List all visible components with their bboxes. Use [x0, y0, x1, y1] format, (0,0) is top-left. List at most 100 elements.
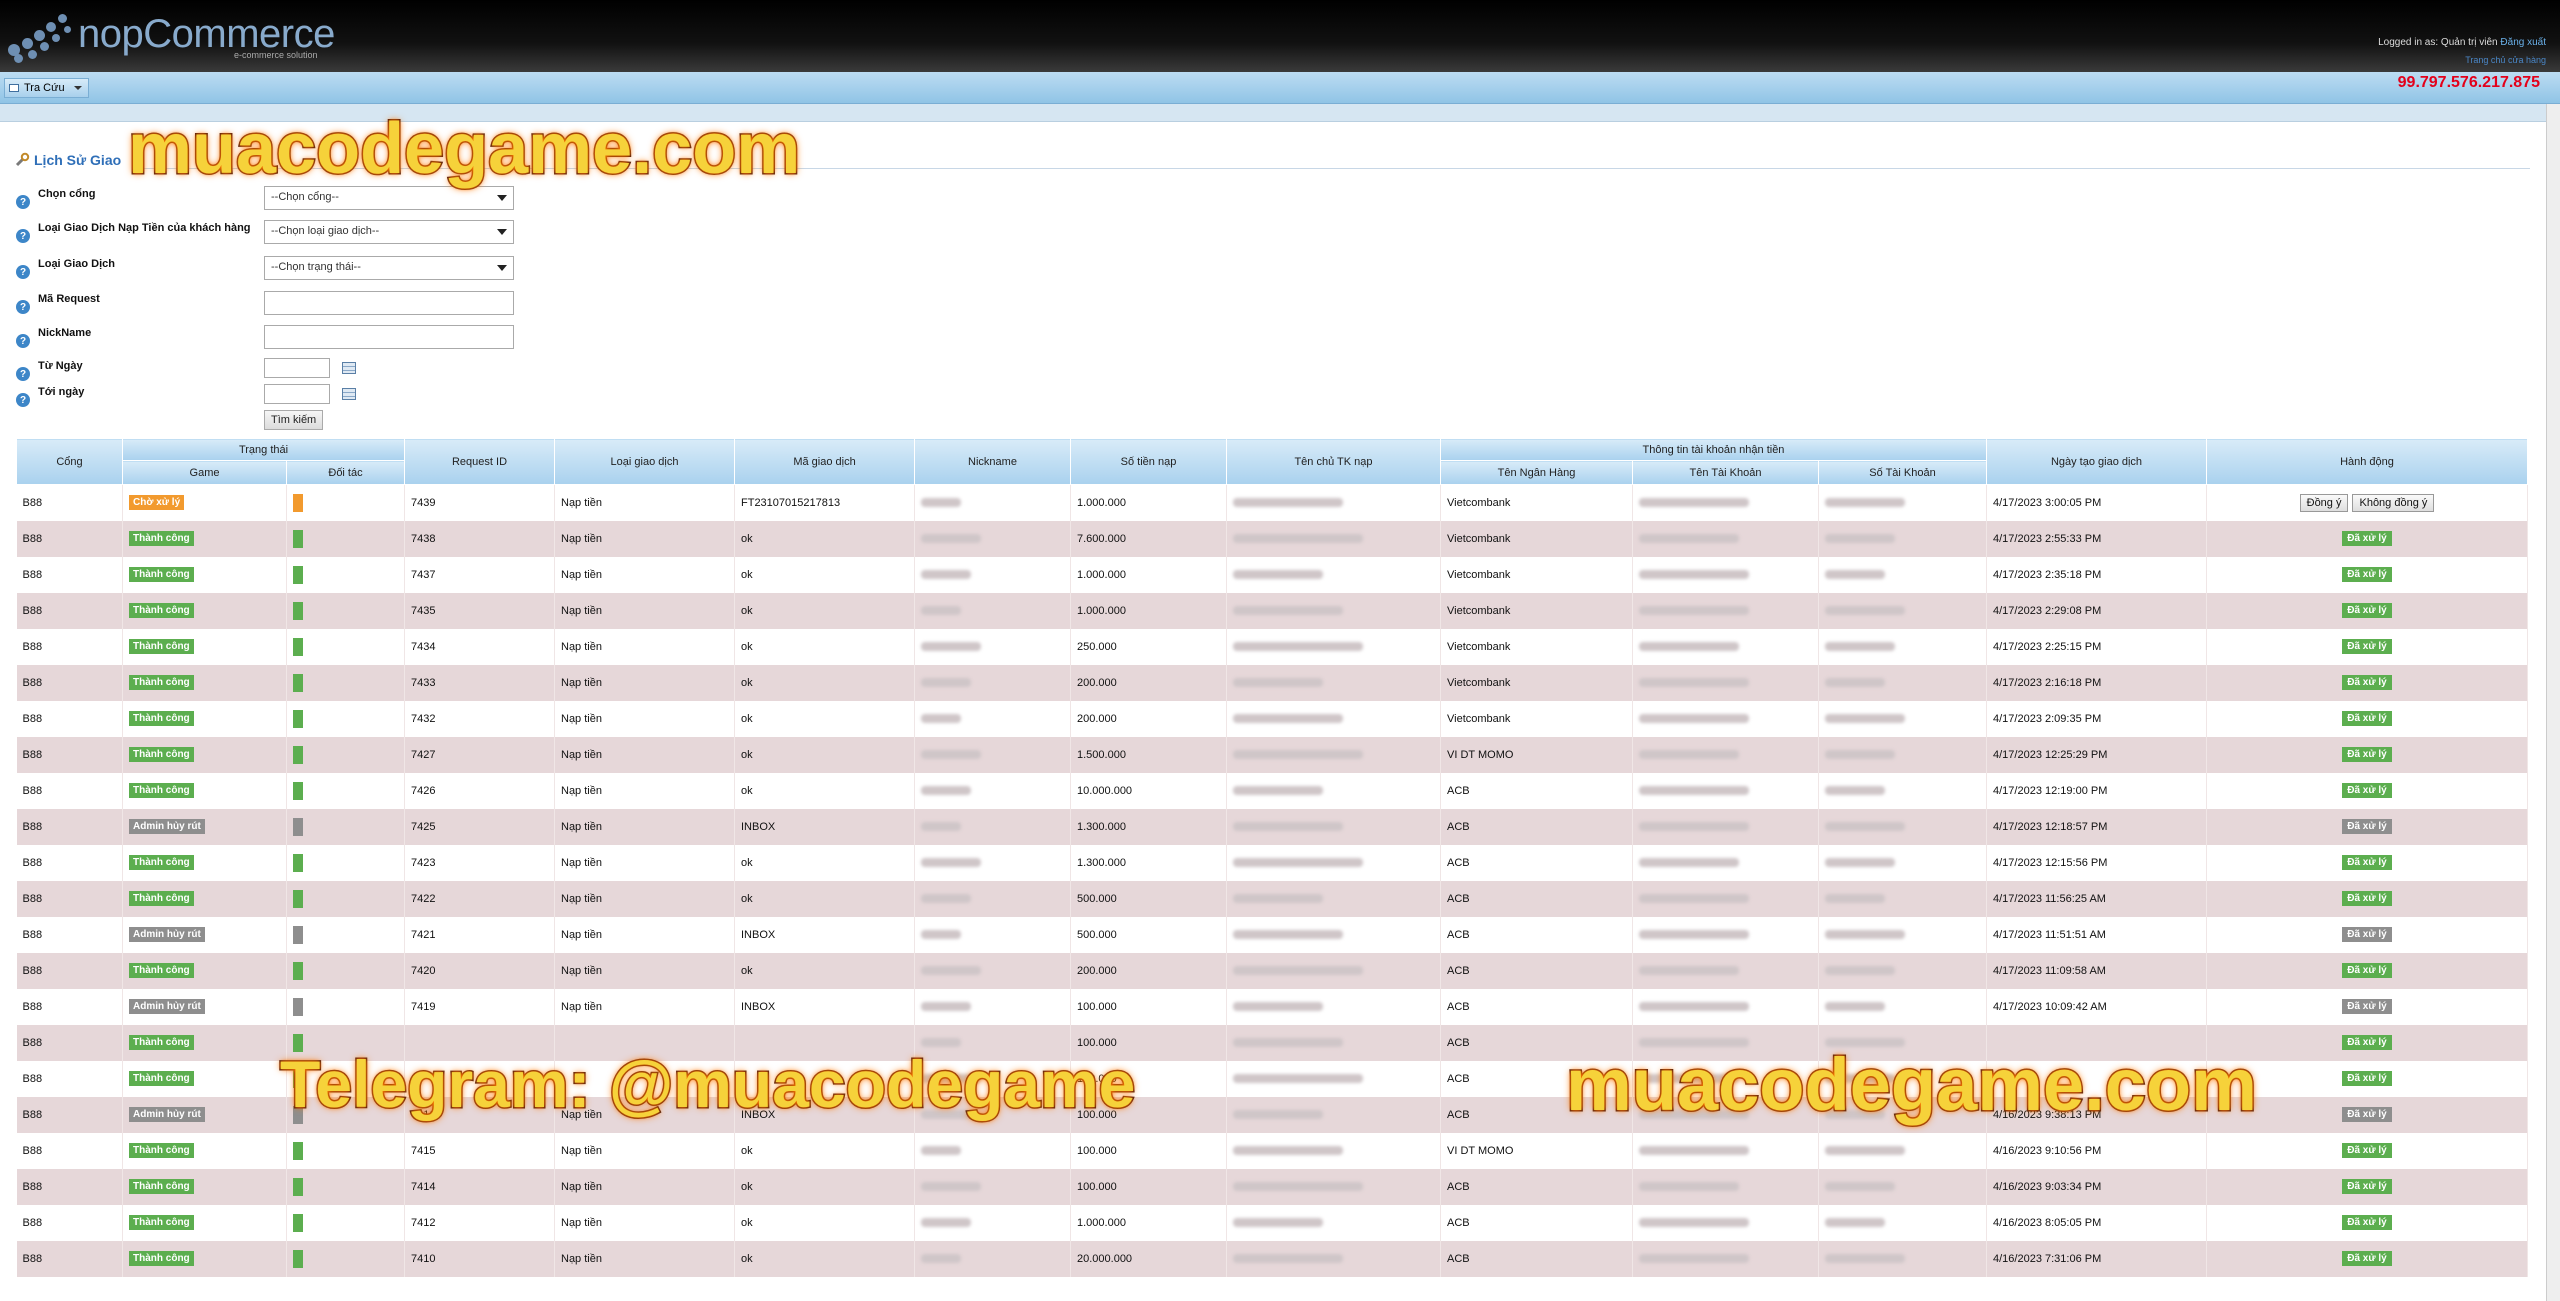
approve-button[interactable]: Đồng ý	[2299, 493, 2349, 512]
cell-acc-name	[1632, 1204, 1819, 1241]
from-date-input[interactable]	[264, 358, 330, 378]
cell-bank: ACB	[1440, 808, 1633, 845]
processed-badge: Đã xử lý	[2342, 1071, 2392, 1086]
cell-amount: 100.000	[1070, 1168, 1227, 1205]
col-bank[interactable]: Tên Ngân Hàng	[1440, 460, 1633, 485]
gate-label: Chọn cổng	[38, 188, 96, 200]
col-status: Trạng thái	[122, 438, 405, 461]
cell-acc-name	[1632, 1240, 1819, 1277]
search-button[interactable]: Tìm kiếm	[264, 410, 324, 430]
cell-partner	[286, 844, 405, 881]
partner-status-bar	[293, 961, 303, 980]
table-row: B88 Thành công 7422 Nạp tiền ok 500.000 ACB 4/1…	[16, 880, 2528, 917]
cell-code: ok	[734, 592, 915, 629]
cell-type: Nạp tiền	[554, 772, 735, 809]
col-acc-name[interactable]: Tên Tài Khoản	[1632, 460, 1819, 485]
cell-bank: ACB	[1440, 772, 1633, 809]
cell-game-status: Thành công	[122, 1240, 287, 1277]
redacted-text	[1825, 894, 1885, 904]
nickname-input[interactable]	[264, 325, 514, 349]
cell-partner	[286, 556, 405, 593]
cell-action: Đã xử lý	[2206, 772, 2528, 809]
col-gate[interactable]: Cổng	[16, 438, 123, 485]
cell-amount: 500.000	[1070, 916, 1227, 953]
col-request-id[interactable]: Request ID	[404, 438, 555, 485]
cell-acc-no	[1818, 1132, 1987, 1169]
redacted-text	[921, 1002, 971, 1012]
cell-gate: B88	[16, 808, 123, 845]
cell-game-status: Thành công	[122, 556, 287, 593]
processed-badge: Đã xử lý	[2342, 747, 2392, 762]
cell-bank: Vietcombank	[1440, 628, 1633, 665]
cell-type: Nạp tiền	[554, 1204, 735, 1241]
cell-game-status: Thành công	[122, 772, 287, 809]
col-type[interactable]: Loại giao dịch	[554, 438, 735, 485]
col-owner[interactable]: Tên chủ TK nạp	[1226, 438, 1441, 485]
cell-acc-name	[1632, 844, 1819, 881]
to-date-input[interactable]	[264, 384, 330, 404]
redacted-text	[1233, 966, 1363, 976]
cell-nickname	[914, 988, 1071, 1025]
store-home-link[interactable]: Trang chủ cửa hàng	[2465, 55, 2546, 65]
cell-acc-name	[1632, 556, 1819, 593]
cell-type: Nạp tiền	[554, 1168, 735, 1205]
cell-amount: 20.000.000	[1070, 1240, 1227, 1277]
cell-gate: B88	[16, 556, 123, 593]
redacted-text	[1825, 858, 1895, 868]
table-row: B88 Thành công 7433 Nạp tiền ok 200.000 Vietco…	[16, 664, 2528, 701]
cell-date: 4/17/2023 2:35:18 PM	[1986, 556, 2207, 593]
transactions-table: Cổng Trạng thái Request ID Loại giao dịc…	[16, 438, 2528, 1277]
cell-amount: 1.000.000	[1070, 592, 1227, 629]
cell-code: ok	[734, 664, 915, 701]
col-nickname[interactable]: Nickname	[914, 438, 1071, 485]
cell-code: INBOX	[734, 988, 915, 1025]
request-input[interactable]	[264, 291, 514, 315]
col-game[interactable]: Game	[122, 460, 287, 485]
redacted-text	[1825, 570, 1885, 580]
cell-game-status: Thành công	[122, 520, 287, 557]
cell-acc-name	[1632, 880, 1819, 917]
col-acc-no[interactable]: Số Tài Khoản	[1818, 460, 1987, 485]
col-partner[interactable]: Đối tác	[286, 460, 405, 485]
redacted-text	[1825, 930, 1905, 940]
cell-acc-no	[1818, 1168, 1987, 1205]
col-amount[interactable]: Số tiền nạp	[1070, 438, 1227, 485]
cell-code: ok	[734, 844, 915, 881]
redacted-text	[1233, 606, 1343, 616]
redacted-text	[1233, 714, 1343, 724]
status-badge: Thành công	[129, 891, 194, 906]
calendar-icon[interactable]	[342, 388, 356, 400]
redacted-text	[1825, 750, 1895, 760]
cell-gate: B88	[16, 952, 123, 989]
cell-owner	[1226, 592, 1441, 629]
menu-tra-cuu[interactable]: Tra Cứu	[4, 78, 89, 98]
redacted-text	[921, 534, 981, 544]
cell-acc-no	[1818, 628, 1987, 665]
logout-link[interactable]: Đăng xuất	[2500, 37, 2546, 48]
redacted-text	[1639, 534, 1739, 544]
tx-type-select[interactable]: --Chọn trạng thái--	[264, 256, 514, 280]
chevron-down-icon	[73, 86, 82, 90]
processed-badge: Đã xử lý	[2342, 999, 2392, 1014]
vertical-scrollbar[interactable]	[2546, 0, 2560, 1301]
chevron-down-icon	[497, 195, 507, 201]
cell-gate: B88	[16, 1132, 123, 1169]
deposit-type-select[interactable]: --Chọn loại giao dịch--	[264, 220, 514, 244]
col-code[interactable]: Mã giao dịch	[734, 438, 915, 485]
cell-bank: Vietcombank	[1440, 556, 1633, 593]
cell-type: Nạp tiền	[554, 880, 735, 917]
redacted-text	[1233, 1038, 1343, 1048]
redacted-text	[1233, 822, 1343, 832]
cell-nickname	[914, 772, 1071, 809]
calendar-icon[interactable]	[342, 362, 356, 374]
cell-code: ok	[734, 628, 915, 665]
redacted-text	[1825, 606, 1905, 616]
cell-date: 4/17/2023 11:09:58 AM	[1986, 952, 2207, 989]
col-date[interactable]: Ngày tạo giao dịch	[1986, 438, 2207, 485]
cell-request-id: 7439	[404, 484, 555, 521]
cell-code: ok	[734, 952, 915, 989]
reject-button[interactable]: Không đồng ý	[2352, 493, 2435, 512]
redacted-text	[1639, 822, 1749, 832]
redacted-text	[921, 930, 961, 940]
status-badge: Admin hủy rút	[129, 927, 205, 942]
